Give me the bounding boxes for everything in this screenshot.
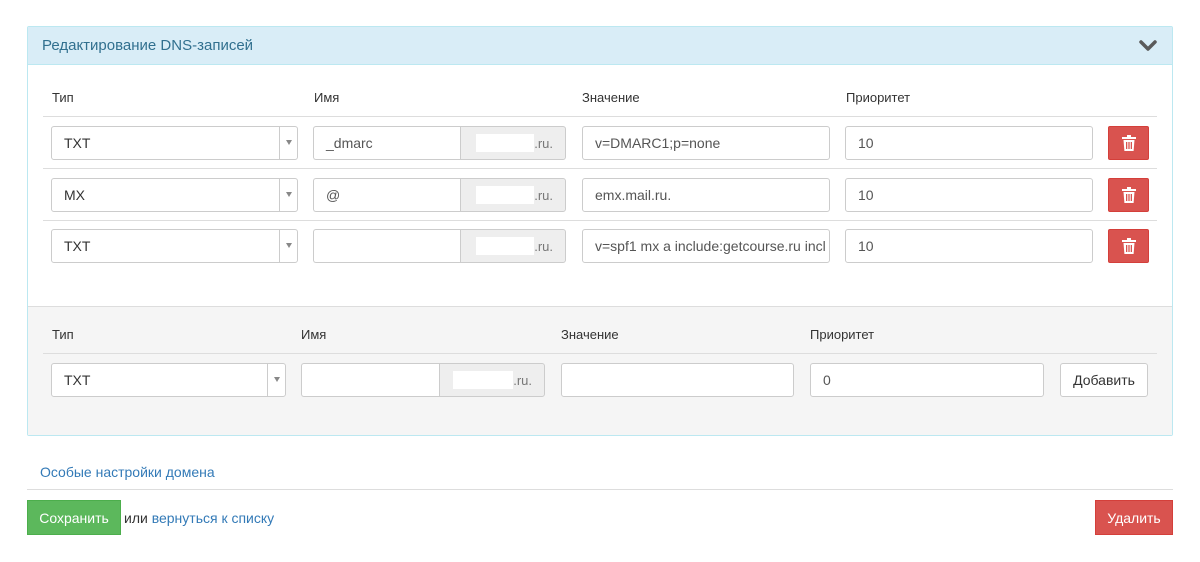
add-record-section: Тип Имя Значение Приоритет TXT .ru. 0 До… xyxy=(28,306,1172,435)
delete-record-button[interactable] xyxy=(1108,178,1149,212)
domain-suffix-addon: .ru. xyxy=(460,229,566,263)
new-record-priority-input[interactable]: 0 xyxy=(810,363,1044,397)
panel-heading[interactable]: Редактирование DNS-записей xyxy=(28,27,1172,65)
record-priority-input[interactable]: 10 xyxy=(845,229,1093,263)
caret-down-icon xyxy=(274,377,280,382)
caret-down-icon xyxy=(286,140,292,145)
delete-domain-button[interactable]: Удалить xyxy=(1095,500,1173,535)
record-value-input[interactable]: v=spf1 mx a include:getcourse.ru incl xyxy=(582,229,830,263)
record-value-input[interactable]: v=DMARC1;p=none xyxy=(582,126,830,160)
new-record-type-value: TXT xyxy=(64,372,91,388)
dns-records-panel: Редактирование DNS-записей Тип Имя Значе… xyxy=(27,26,1173,436)
back-to-list-link[interactable]: вернуться к списку xyxy=(152,510,274,526)
column-header-priority: Приоритет xyxy=(846,90,911,105)
domain-suffix: .ru. xyxy=(534,238,553,254)
row-divider xyxy=(43,220,1157,221)
record-name-input[interactable]: _dmarc xyxy=(313,126,461,160)
record-priority-input[interactable]: 10 xyxy=(845,126,1093,160)
redacted-domain xyxy=(453,371,514,389)
record-type-value: MX xyxy=(64,187,85,203)
domain-suffix: .ru. xyxy=(534,187,553,203)
add-record-button[interactable]: Добавить xyxy=(1060,363,1148,397)
special-domain-settings-link[interactable]: Особые настройки домена xyxy=(40,464,215,480)
chevron-down-icon[interactable] xyxy=(1139,39,1157,53)
domain-suffix-addon: .ru. xyxy=(460,126,566,160)
column-header-value: Значение xyxy=(582,90,640,105)
header-divider xyxy=(43,116,1157,117)
caret-down-icon xyxy=(286,243,292,248)
record-type-value: TXT xyxy=(64,135,91,151)
record-name-input[interactable] xyxy=(313,229,461,263)
new-column-header-priority: Приоритет xyxy=(810,327,875,342)
new-domain-suffix-addon: .ru. xyxy=(439,363,545,397)
trash-icon xyxy=(1121,238,1136,254)
or-text: или вернуться к списку xyxy=(124,510,274,526)
column-header-name: Имя xyxy=(314,90,340,105)
panel-title: Редактирование DNS-записей xyxy=(42,37,254,54)
new-column-header-name: Имя xyxy=(301,327,327,342)
record-type-value: TXT xyxy=(64,238,91,254)
record-type-select[interactable]: TXT xyxy=(51,229,298,263)
or-label: или xyxy=(124,510,148,526)
footer-divider xyxy=(27,489,1173,490)
record-name-input[interactable]: @ xyxy=(313,178,461,212)
redacted-domain xyxy=(476,237,535,255)
save-button[interactable]: Сохранить xyxy=(27,500,121,535)
new-domain-suffix: .ru. xyxy=(513,372,532,388)
redacted-domain xyxy=(476,134,535,152)
record-type-select[interactable]: MX xyxy=(51,178,298,212)
trash-icon xyxy=(1121,187,1136,203)
new-record-type-select[interactable]: TXT xyxy=(51,363,286,397)
row-divider xyxy=(43,168,1157,169)
record-priority-input[interactable]: 10 xyxy=(845,178,1093,212)
new-header-divider xyxy=(43,353,1157,354)
domain-suffix: .ru. xyxy=(534,135,553,151)
redacted-domain xyxy=(476,186,535,204)
delete-record-button[interactable] xyxy=(1108,229,1149,263)
new-record-name-input[interactable] xyxy=(301,363,440,397)
delete-record-button[interactable] xyxy=(1108,126,1149,160)
caret-down-icon xyxy=(286,192,292,197)
domain-suffix-addon: .ru. xyxy=(460,178,566,212)
trash-icon xyxy=(1121,135,1136,151)
new-column-header-value: Значение xyxy=(561,327,619,342)
column-header-type: Тип xyxy=(52,90,74,105)
record-type-select[interactable]: TXT xyxy=(51,126,298,160)
new-column-header-type: Тип xyxy=(52,327,74,342)
new-record-value-input[interactable] xyxy=(561,363,794,397)
record-value-input[interactable]: emx.mail.ru. xyxy=(582,178,830,212)
